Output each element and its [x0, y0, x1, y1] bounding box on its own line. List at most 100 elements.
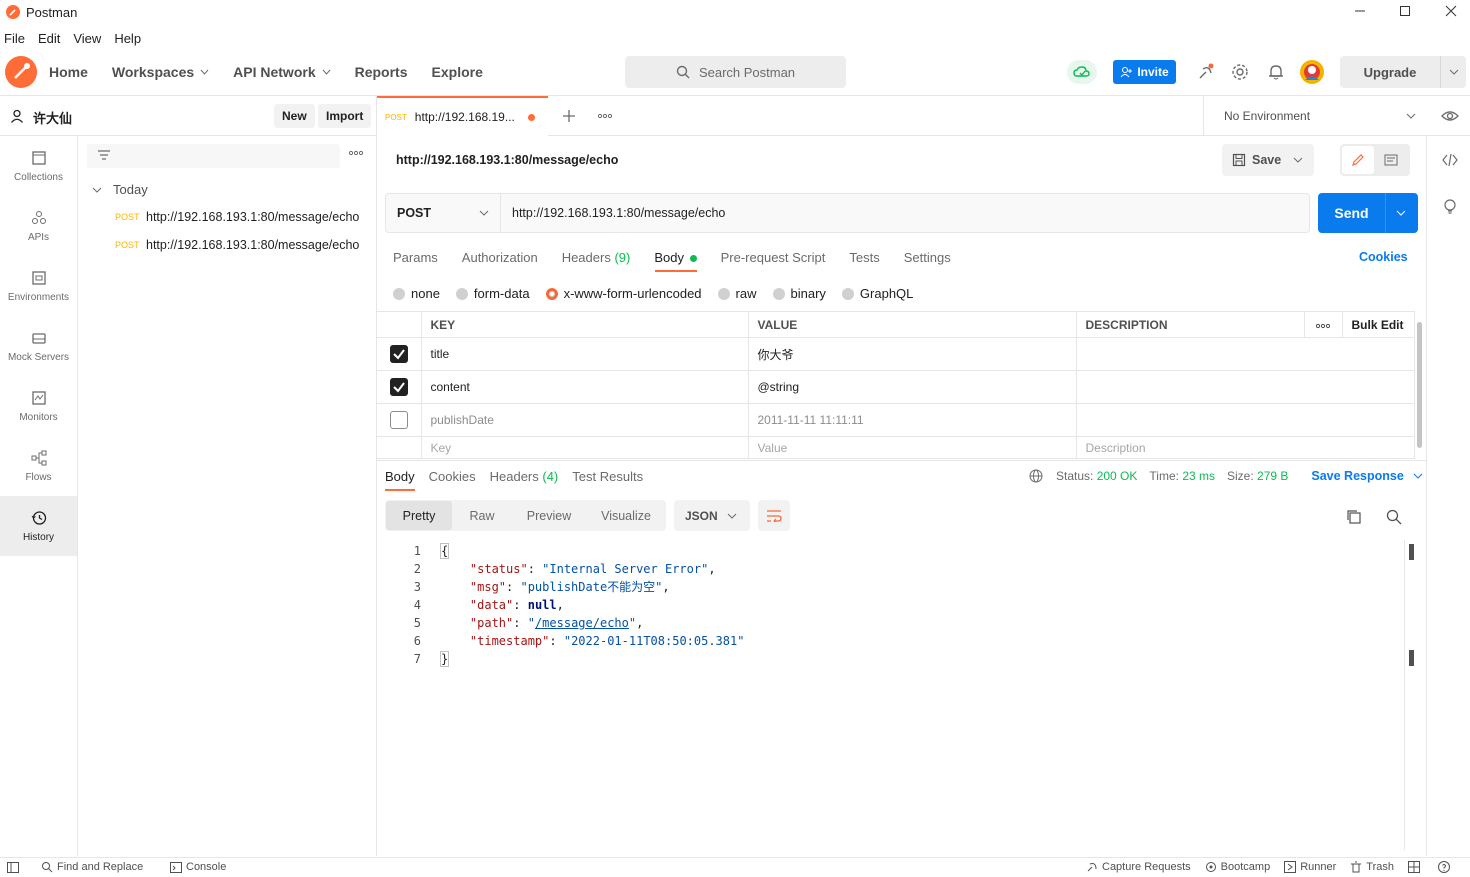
avatar[interactable]	[1299, 59, 1325, 85]
key-cell[interactable]: publishDate	[421, 403, 749, 437]
description-placeholder[interactable]: Description	[1076, 436, 1415, 459]
table-scrollbar[interactable]	[1417, 322, 1422, 448]
search-bar[interactable]: Search Postman	[625, 56, 846, 88]
description-cell[interactable]	[1076, 370, 1415, 404]
response-body-code[interactable]: { "status": "Internal Server Error", "ms…	[439, 542, 744, 668]
row-checkbox[interactable]	[377, 403, 422, 437]
time-value[interactable]: 23 ms	[1182, 469, 1215, 483]
cookies-link[interactable]: Cookies	[1359, 250, 1408, 264]
help-icon[interactable]	[1438, 861, 1454, 873]
tab-headers[interactable]: Headers (9)	[562, 250, 631, 265]
trash-button[interactable]: Trash	[1350, 861, 1394, 873]
key-cell[interactable]: content	[421, 370, 749, 404]
tab-pre-request-script[interactable]: Pre-request Script	[721, 250, 826, 265]
scroll-marker[interactable]	[1409, 544, 1414, 560]
view-visualize[interactable]: Visualize	[586, 509, 666, 523]
nav-reports[interactable]: Reports	[355, 64, 408, 80]
two-pane-icon[interactable]	[1408, 861, 1424, 873]
new-tab-plus-icon[interactable]	[562, 109, 576, 123]
chevron-down-icon[interactable]	[1413, 473, 1423, 479]
view-preview[interactable]: Preview	[512, 509, 586, 523]
lightbulb-icon[interactable]	[1443, 199, 1457, 215]
sidebar-item-environments[interactable]: Environments	[0, 256, 77, 316]
wrap-lines-icon[interactable]	[758, 500, 790, 531]
find-replace-button[interactable]: Find and Replace	[41, 861, 143, 873]
sidebar-item-mock-servers[interactable]: Mock Servers	[0, 316, 77, 376]
toggle-sidebar-icon[interactable]	[7, 862, 19, 873]
menu-file[interactable]: File	[4, 31, 25, 46]
body-type-graphql[interactable]: GraphQL	[841, 286, 913, 301]
size-value[interactable]: 279 B	[1257, 469, 1288, 483]
body-type-none[interactable]: none	[393, 286, 440, 301]
view-raw[interactable]: Raw	[452, 509, 512, 523]
scroll-marker[interactable]	[1409, 650, 1414, 666]
row-checkbox[interactable]	[377, 370, 422, 404]
menu-view[interactable]: View	[73, 31, 101, 46]
chevron-down-icon[interactable]	[1293, 157, 1303, 163]
request-name[interactable]: http://192.168.193.1:80/message/echo	[396, 153, 618, 167]
postman-logo-icon[interactable]	[5, 56, 37, 88]
documentation-icon[interactable]	[1374, 146, 1408, 174]
sidebar-item-collections[interactable]: Collections	[0, 136, 77, 196]
tab-response-headers[interactable]: Headers (4)	[490, 469, 559, 484]
body-type-binary[interactable]: binary	[772, 286, 826, 301]
minimize-icon[interactable]	[1354, 5, 1366, 17]
request-tab[interactable]: POST http://192.168.19...	[377, 96, 548, 136]
body-type-form-data[interactable]: form-data	[455, 286, 530, 301]
menu-help[interactable]: Help	[114, 31, 141, 46]
format-selector[interactable]: JSON	[674, 500, 750, 531]
tab-body[interactable]: Body	[654, 250, 697, 265]
eye-icon[interactable]	[1441, 110, 1459, 122]
description-cell[interactable]	[1076, 337, 1415, 371]
satellite-icon[interactable]	[1197, 63, 1215, 81]
tab-params[interactable]: Params	[393, 250, 438, 265]
runner-button[interactable]: Runner	[1284, 861, 1336, 873]
status-value[interactable]: 200 OK	[1097, 469, 1138, 483]
history-item[interactable]: POST http://192.168.193.1:80/message/ech…	[115, 238, 359, 252]
body-type-raw[interactable]: raw	[717, 286, 757, 301]
json-link-value[interactable]: /message/echo	[535, 616, 629, 630]
tab-response-body[interactable]: Body	[385, 469, 415, 484]
environment-selector[interactable]: No Environment	[1203, 96, 1426, 136]
chevron-down-icon[interactable]	[1449, 69, 1459, 75]
sidebar-item-apis[interactable]: APIs	[0, 196, 77, 256]
invite-button[interactable]: Invite	[1113, 60, 1176, 84]
nav-workspaces[interactable]: Workspaces	[112, 64, 209, 80]
send-button[interactable]: Send	[1318, 193, 1418, 233]
url-input[interactable]: http://192.168.193.1:80/message/echo	[512, 206, 725, 220]
nav-home[interactable]: Home	[49, 64, 88, 80]
globe-icon[interactable]	[1029, 469, 1043, 483]
code-snippet-icon[interactable]	[1442, 153, 1458, 167]
save-response-button[interactable]: Save Response	[1311, 469, 1403, 483]
chevron-down-icon[interactable]	[1396, 210, 1406, 216]
menu-edit[interactable]: Edit	[38, 31, 60, 46]
nav-api-network[interactable]: API Network	[233, 64, 330, 80]
new-button[interactable]: New	[274, 104, 315, 128]
value-cell[interactable]: 你大爷	[748, 337, 1077, 371]
value-cell[interactable]: 2011-11-11 11:11:11	[748, 403, 1077, 437]
column-options-icon[interactable]	[1304, 311, 1343, 338]
history-group-today[interactable]: Today	[92, 182, 148, 197]
nav-explore[interactable]: Explore	[432, 64, 483, 80]
sync-status-icon[interactable]	[1067, 60, 1097, 84]
view-pretty[interactable]: Pretty	[386, 501, 452, 530]
key-cell[interactable]: title	[421, 337, 749, 371]
method-selector[interactable]: POST	[386, 194, 501, 232]
tab-authorization[interactable]: Authorization	[462, 250, 538, 265]
history-item[interactable]: POST http://192.168.193.1:80/message/ech…	[115, 210, 359, 224]
notification-bell-icon[interactable]	[1267, 63, 1285, 81]
tab-test-results[interactable]: Test Results	[572, 469, 643, 484]
save-button[interactable]: Save	[1222, 144, 1314, 176]
settings-gear-icon[interactable]	[1231, 63, 1249, 81]
search-icon[interactable]	[1386, 509, 1402, 525]
workspace-name[interactable]: 许大仙	[33, 108, 72, 127]
sidebar-item-monitors[interactable]: Monitors	[0, 376, 77, 436]
capture-requests-button[interactable]: Capture Requests	[1086, 861, 1191, 873]
close-icon[interactable]	[1445, 5, 1457, 17]
bootcamp-button[interactable]: Bootcamp	[1205, 861, 1270, 873]
key-placeholder[interactable]: Key	[421, 436, 749, 459]
edit-pencil-icon[interactable]	[1342, 146, 1374, 174]
sidebar-item-flows[interactable]: Flows	[0, 436, 77, 496]
tab-response-cookies[interactable]: Cookies	[429, 469, 476, 484]
history-filter-input[interactable]	[87, 144, 340, 168]
